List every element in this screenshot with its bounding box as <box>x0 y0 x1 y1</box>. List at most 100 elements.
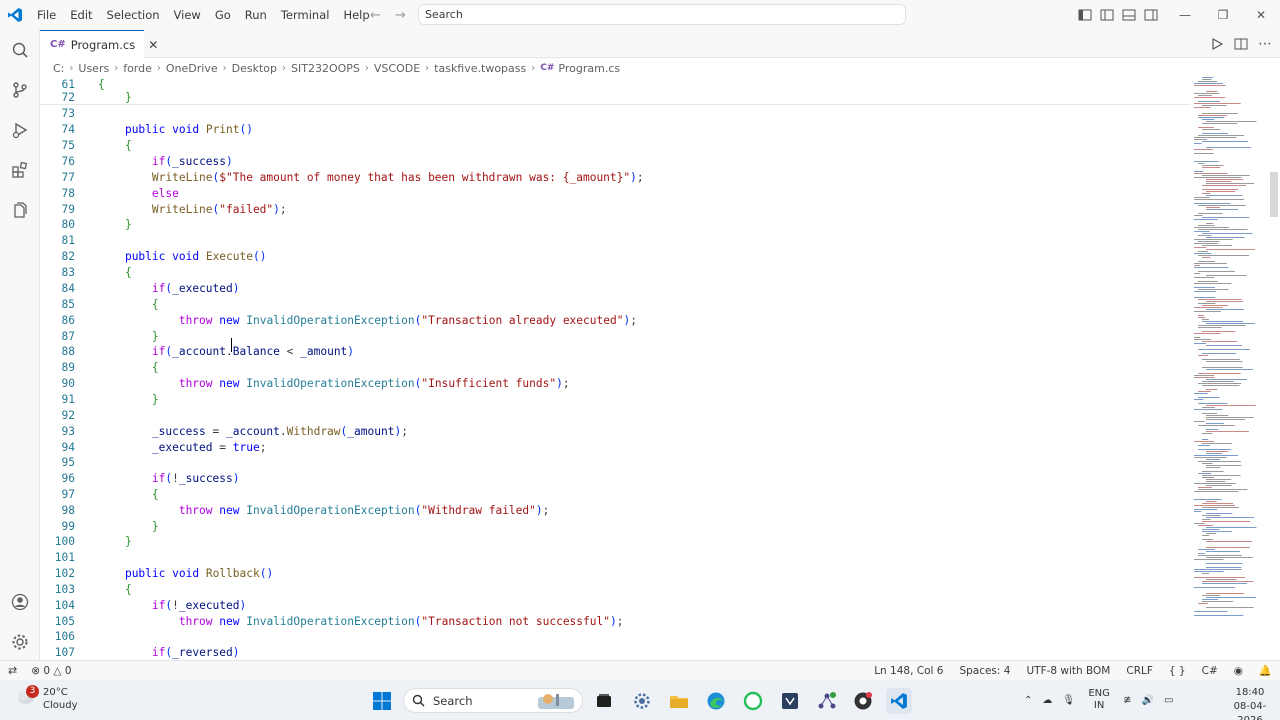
volume-icon[interactable]: 🔊 <box>1141 695 1153 706</box>
forward-arrow-icon[interactable]: → <box>395 8 406 23</box>
taskbar-clock[interactable]: 18:40 08-04-2026 <box>1224 686 1276 720</box>
vertical-scrollbar[interactable] <box>1268 77 1280 660</box>
battery-icon[interactable]: ▭ <box>1164 695 1173 706</box>
code-line[interactable]: 90 throw new InvalidOperationException("… <box>40 376 1190 392</box>
menu-edit[interactable]: Edit <box>63 0 99 30</box>
code-line[interactable]: 101 <box>40 550 1190 566</box>
breadcrumb-item[interactable]: Desktop <box>232 62 277 75</box>
code-line[interactable]: 91 } <box>40 392 1190 408</box>
indentation[interactable]: Spaces: 4 <box>959 665 1010 677</box>
code-line[interactable]: 75 { <box>40 138 1190 154</box>
toggle-bottom-panel-icon[interactable] <box>1122 8 1136 22</box>
code-line[interactable]: 92 <box>40 408 1190 424</box>
menu-view[interactable]: View <box>167 0 208 30</box>
explorer-icon[interactable] <box>8 198 32 222</box>
code-line[interactable]: 79 WriteLine("failed"); <box>40 202 1190 218</box>
extensions-icon[interactable] <box>8 158 32 182</box>
breadcrumb-item[interactable]: Program.cs <box>558 62 620 75</box>
windows-start-icon[interactable] <box>369 688 395 714</box>
code-line[interactable]: 97 { <box>40 487 1190 503</box>
taskbar-search[interactable]: Search <box>403 688 583 713</box>
menu-run[interactable]: Run <box>238 0 274 30</box>
scrollbar-thumb[interactable] <box>1270 172 1278 217</box>
minimize-icon[interactable]: — <box>1166 0 1204 30</box>
source-control-icon[interactable] <box>8 78 32 102</box>
file-explorer-icon[interactable] <box>666 688 692 714</box>
command-center-search[interactable]: Search <box>418 4 906 25</box>
code-line[interactable]: 96 if(!_success) <box>40 471 1190 487</box>
close-tab-icon[interactable]: ✕ <box>148 38 158 52</box>
cursor-position[interactable]: Ln 148, Col 6 <box>874 665 943 677</box>
code-line[interactable]: 95 <box>40 455 1190 471</box>
toggle-secondary-sidebar-icon[interactable] <box>1144 8 1158 22</box>
breadcrumb-item[interactable]: SIT232OOPS <box>291 62 360 75</box>
microphone-icon[interactable]: 🎙 <box>1062 695 1075 706</box>
code-line[interactable]: 93 _success = _account.Withdraw(_amount)… <box>40 424 1190 440</box>
weather-widget[interactable]: 3 20°C Cloudy <box>14 685 114 715</box>
tab-program-cs[interactable]: C# Program.cs ✕ <box>40 30 158 58</box>
code-line[interactable]: 85 { <box>40 297 1190 313</box>
menu-selection[interactable]: Selection <box>100 0 167 30</box>
breadcrumb-item[interactable]: Users <box>78 62 109 75</box>
wifi-icon[interactable]: ≇ <box>1123 695 1131 706</box>
code-line[interactable]: 78 else <box>40 186 1190 202</box>
settings-app-icon[interactable] <box>629 688 655 714</box>
end-of-line[interactable]: CRLF <box>1126 665 1153 677</box>
menu-terminal[interactable]: Terminal <box>274 0 337 30</box>
run-icon[interactable] <box>1210 37 1224 51</box>
toggle-primary-sidebar-icon[interactable] <box>1078 8 1092 22</box>
task-view-icon[interactable] <box>591 688 617 714</box>
cloud-sync-icon[interactable]: ☁ <box>1042 695 1052 706</box>
messaging-app-icon[interactable] <box>740 688 766 714</box>
code-line[interactable]: 87 } <box>40 329 1190 345</box>
breadcrumb-item[interactable]: forde <box>123 62 152 75</box>
code-line[interactable]: 105 throw new InvalidOperationException(… <box>40 614 1190 630</box>
code-line[interactable]: 73 <box>40 106 1190 122</box>
copilot-icon[interactable]: ◉ <box>1234 665 1243 677</box>
github-desktop-icon[interactable] <box>850 688 876 714</box>
language-mode[interactable]: C# <box>1202 665 1218 677</box>
code-line[interactable]: 80 } <box>40 217 1190 233</box>
edge-browser-icon[interactable] <box>703 688 729 714</box>
settings-gear-icon[interactable] <box>8 630 32 654</box>
problems-indicator[interactable]: ⊗ 0 △ 0 <box>31 665 71 677</box>
search-icon[interactable] <box>8 38 32 62</box>
remote-indicator-icon[interactable]: ⇄ <box>8 664 17 677</box>
code-line[interactable]: 76 if(_success) <box>40 154 1190 170</box>
menu-go[interactable]: Go <box>208 0 238 30</box>
code-line[interactable]: 99 } <box>40 519 1190 535</box>
split-editor-icon[interactable] <box>1234 37 1248 51</box>
toggle-panel-icon[interactable] <box>1100 8 1114 22</box>
vscode-taskbar-icon[interactable] <box>886 688 912 714</box>
breadcrumb-item[interactable]: OneDrive <box>166 62 218 75</box>
code-line[interactable]: 83 { <box>40 265 1190 281</box>
menu-file[interactable]: File <box>30 0 63 30</box>
file-encoding[interactable]: UTF-8 with BOM <box>1026 665 1110 677</box>
code-line[interactable]: 100 } <box>40 534 1190 550</box>
code-line[interactable]: 74 public void Print() <box>40 122 1190 138</box>
restore-icon[interactable]: ❐ <box>1204 0 1242 30</box>
notifications-bell-icon[interactable]: 🔔 <box>1259 664 1272 677</box>
more-actions-icon[interactable]: ⋯ <box>1258 36 1272 52</box>
chevron-up-icon[interactable]: ⌃ <box>1024 695 1032 706</box>
visual-studio-icon[interactable] <box>777 688 803 714</box>
code-line[interactable]: 107 if(_reversed) <box>40 645 1190 660</box>
breadcrumb-item[interactable]: C: <box>53 62 64 75</box>
input-indicator[interactable]: ENG IN <box>1085 688 1113 712</box>
close-window-icon[interactable]: ✕ <box>1242 0 1280 30</box>
code-line[interactable]: 94 _executed = true; <box>40 440 1190 456</box>
code-line[interactable]: 77 WriteLine($"The amount of money that … <box>40 170 1190 186</box>
code-line[interactable]: 88 if(_account.Balance < _amount) <box>40 344 1190 360</box>
code-line[interactable]: 81 <box>40 233 1190 249</box>
braces-icon[interactable]: { } <box>1169 665 1186 677</box>
code-editor[interactable]: 61{72 } 73 74 public void Print() 75 {76 if… <box>40 77 1190 660</box>
network-app-icon[interactable] <box>814 688 840 714</box>
breadcrumb-item[interactable]: VSCODE <box>374 62 420 75</box>
code-line[interactable]: 86 throw new InvalidOperationException("… <box>40 313 1190 329</box>
run-debug-icon[interactable] <box>8 118 32 142</box>
code-line[interactable]: 104 if(!_executed) <box>40 598 1190 614</box>
back-arrow-icon[interactable]: ← <box>370 8 381 23</box>
code-line[interactable]: 84 if(_executed) <box>40 281 1190 297</box>
minimap[interactable] <box>1190 77 1268 660</box>
account-icon[interactable] <box>8 590 32 614</box>
